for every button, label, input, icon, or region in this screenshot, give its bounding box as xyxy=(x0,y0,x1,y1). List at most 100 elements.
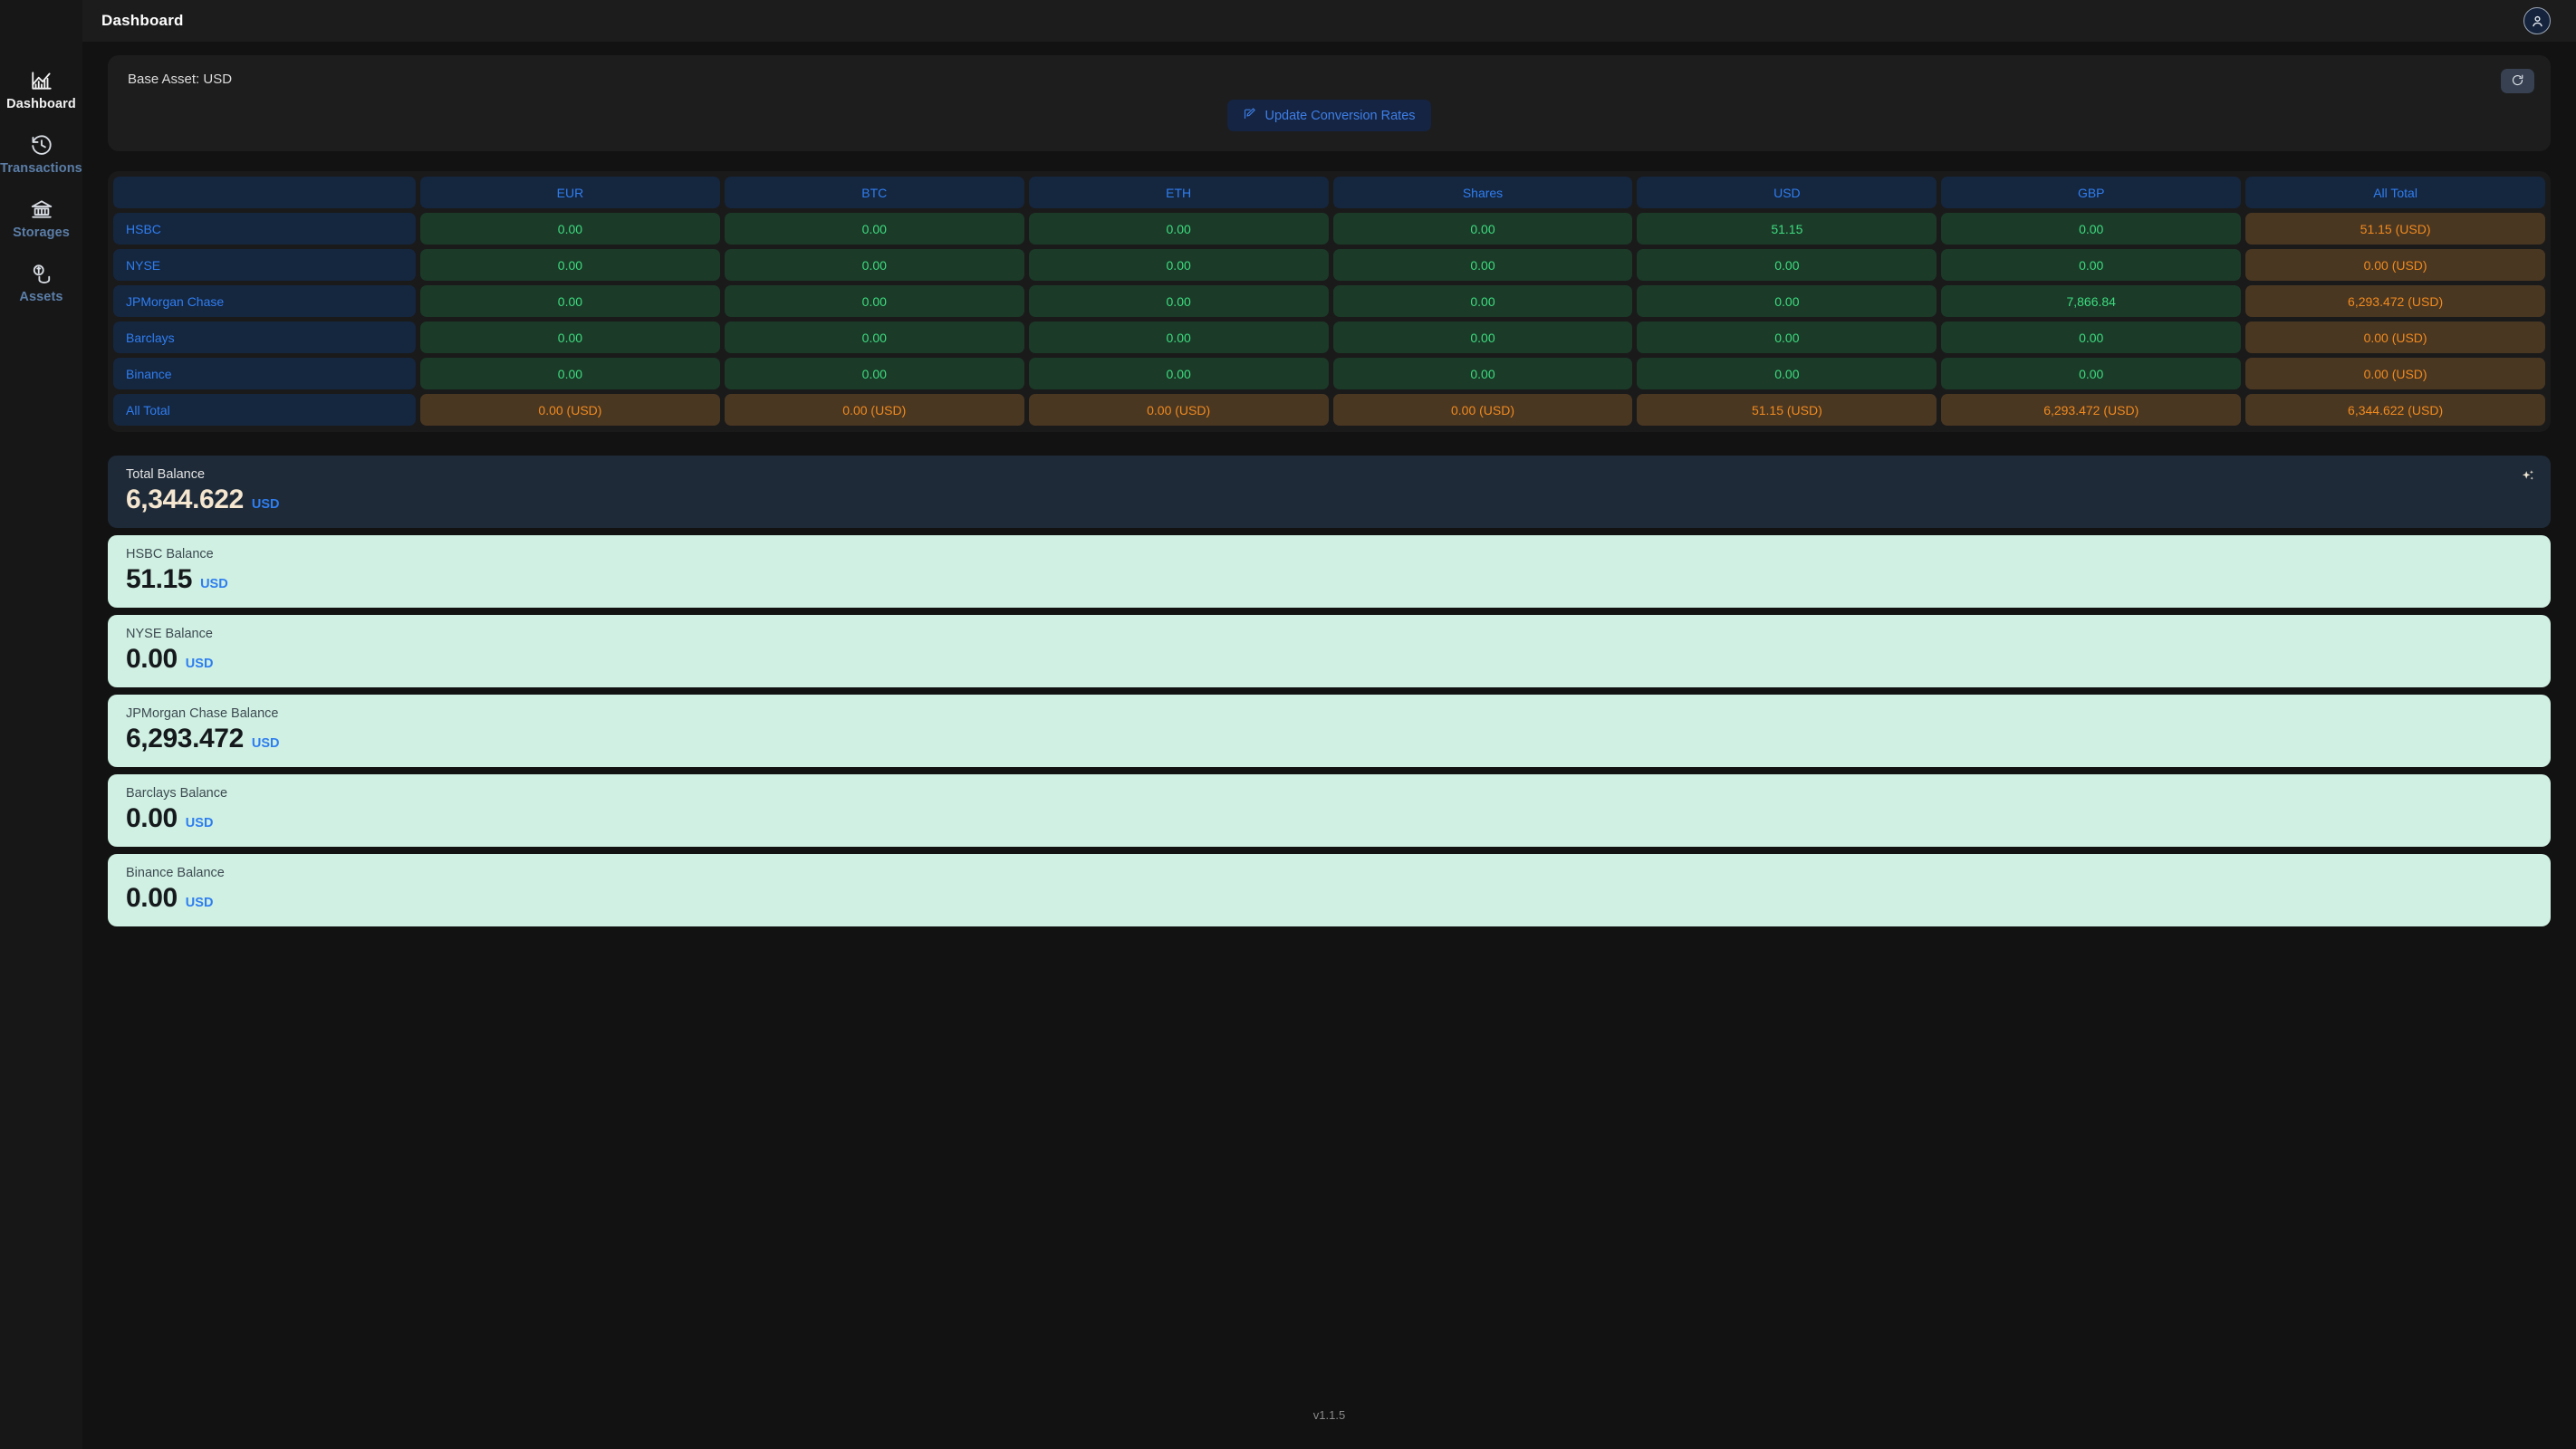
matrix-row-label: JPMorgan Chase xyxy=(113,285,416,317)
topbar: Dashboard xyxy=(82,0,2576,42)
matrix-value-cell: 0.00 xyxy=(1941,358,2242,389)
matrix-value-cell: 0.00 xyxy=(1332,321,1633,353)
matrix-value-cell: 0.00 xyxy=(1028,358,1329,389)
matrix-value-cell: 0.00 xyxy=(420,213,720,245)
balance-card: Barclays Balance 0.00 USD xyxy=(108,774,2551,847)
card-value: 51.15 xyxy=(126,564,193,594)
matrix-row-label: NYSE xyxy=(113,249,416,281)
version-footer: v1.1.5 xyxy=(1312,1408,1346,1422)
matrix-value-cell: 0.00 xyxy=(724,213,1024,245)
card-value: 0.00 xyxy=(126,883,178,913)
matrix-value-cell: 0.00 xyxy=(1941,321,2242,353)
matrix-corner-cell xyxy=(113,177,416,208)
matrix-column-total-cell: 0.00 (USD) xyxy=(1028,394,1329,426)
matrix-column-header: All Total xyxy=(2245,177,2546,208)
card-value: 6,293.472 xyxy=(126,724,244,753)
sparkle-icon[interactable] xyxy=(2518,466,2538,486)
matrix-value-cell: 0.00 xyxy=(724,358,1024,389)
sidebar-item-label: Dashboard xyxy=(6,97,76,111)
matrix-row-total-cell: 0.00 (USD) xyxy=(2245,249,2546,281)
matrix-column-header: BTC xyxy=(724,177,1024,208)
matrix-value-cell: 0.00 xyxy=(1332,285,1633,317)
clock-history-icon xyxy=(30,133,53,157)
matrix-row: Binance 0.00 0.00 0.00 0.00 0.00 0.00 0.00 (USD… xyxy=(113,358,2546,389)
matrix-row: NYSE 0.00 0.00 0.00 0.00 0.00 0.00 0.00 (USD) xyxy=(113,249,2546,281)
matrix-column-header: USD xyxy=(1637,177,1937,208)
matrix-row-total-cell: 6,293.472 (USD) xyxy=(2245,285,2546,317)
coins-icon xyxy=(30,262,53,285)
card-value-row: 0.00 USD xyxy=(126,883,2533,914)
matrix-value-cell: 0.00 xyxy=(420,358,720,389)
matrix-column-total-cell: 6,293.472 (USD) xyxy=(1941,394,2242,426)
card-title: JPMorgan Chase Balance xyxy=(126,706,279,721)
matrix-value-cell: 0.00 xyxy=(420,249,720,281)
edit-pencil-icon xyxy=(1243,107,1256,124)
update-conversion-rates-button[interactable]: Update Conversion Rates xyxy=(1227,100,1431,131)
matrix-value-cell: 0.00 xyxy=(1028,213,1329,245)
matrix-value-cell: 0.00 xyxy=(1637,321,1937,353)
area-chart-icon xyxy=(30,69,53,92)
matrix-column-header: Shares xyxy=(1332,177,1633,208)
card-value: 0.00 xyxy=(126,644,178,674)
matrix-column-header: EUR xyxy=(420,177,720,208)
card-currency-unit: USD xyxy=(185,816,214,830)
refresh-icon xyxy=(2511,73,2524,90)
update-button-row: Update Conversion Rates xyxy=(128,100,2531,131)
main-column: Dashboard Base Asset: USD Update Convers… xyxy=(82,0,2576,1449)
matrix-value-cell: 0.00 xyxy=(724,249,1024,281)
sidebar-item-label: Storages xyxy=(13,226,70,240)
card-title: NYSE Balance xyxy=(126,627,213,641)
matrix-grand-total-cell: 6,344.622 (USD) xyxy=(2245,394,2546,426)
card-title: HSBC Balance xyxy=(126,547,214,561)
sidebar-item-assets[interactable]: Assets xyxy=(0,253,82,317)
card-title: Binance Balance xyxy=(126,866,225,880)
card-value-row: 0.00 USD xyxy=(126,644,2533,675)
matrix-total-row-label: All Total xyxy=(113,394,416,426)
base-asset-label: Base Asset: USD xyxy=(128,72,233,87)
matrix-grid: EUR BTC ETH Shares USD GBP All Total HSBC 0.00 0.… xyxy=(113,177,2546,426)
matrix-value-cell: 0.00 xyxy=(724,285,1024,317)
matrix-value-cell: 7,866.84 xyxy=(1941,285,2242,317)
matrix-value-cell: 0.00 xyxy=(1028,285,1329,317)
matrix-row-label: Binance xyxy=(113,358,416,389)
matrix-value-cell: 0.00 xyxy=(1332,249,1633,281)
card-title: Total Balance xyxy=(126,467,206,482)
sidebar-item-transactions[interactable]: Transactions xyxy=(0,124,82,188)
update-conversion-rates-label: Update Conversion Rates xyxy=(1264,108,1416,123)
page-body: Base Asset: USD Update Conversion Rates xyxy=(82,42,2576,1449)
matrix-value-cell: 0.00 xyxy=(1941,249,2242,281)
matrix-row-total-cell: 51.15 (USD) xyxy=(2245,213,2546,245)
matrix-row-total-cell: 0.00 (USD) xyxy=(2245,358,2546,389)
balance-card: JPMorgan Chase Balance 6,293.472 USD xyxy=(108,695,2551,767)
refresh-button[interactable] xyxy=(2501,69,2534,93)
matrix-value-cell: 0.00 xyxy=(1028,321,1329,353)
matrix-value-cell: 0.00 xyxy=(420,321,720,353)
matrix-value-cell: 0.00 xyxy=(1028,249,1329,281)
card-currency-unit: USD xyxy=(200,577,228,591)
matrix-value-cell: 0.00 xyxy=(1941,213,2242,245)
balance-card: NYSE Balance 0.00 USD xyxy=(108,615,2551,687)
card-value-row: 6,344.622 USD xyxy=(126,485,2533,515)
matrix-total-row: All Total 0.00 (USD) 0.00 (USD) 0.00 (USD) 0… xyxy=(113,394,2546,426)
balance-card: HSBC Balance 51.15 USD xyxy=(108,535,2551,608)
card-value: 6,344.622 xyxy=(126,485,244,514)
matrix-value-cell: 0.00 xyxy=(1637,249,1937,281)
sidebar-item-dashboard[interactable]: Dashboard xyxy=(0,60,82,124)
sidebar-item-storages[interactable]: Storages xyxy=(0,188,82,253)
card-currency-unit: USD xyxy=(185,657,214,671)
sidebar-item-label: Assets xyxy=(19,290,63,304)
sidebar: Dashboard Transactions Storages Assets xyxy=(0,0,82,1449)
matrix-column-total-cell: 0.00 (USD) xyxy=(420,394,720,426)
matrix-column-total-cell: 0.00 (USD) xyxy=(1332,394,1633,426)
page-title: Dashboard xyxy=(101,12,184,29)
sidebar-item-label: Transactions xyxy=(0,161,82,176)
user-avatar-icon[interactable] xyxy=(2523,7,2551,34)
bank-icon xyxy=(30,197,53,221)
matrix-column-total-cell: 0.00 (USD) xyxy=(724,394,1024,426)
matrix-row-label: Barclays xyxy=(113,321,416,353)
card-title: Barclays Balance xyxy=(126,786,228,801)
card-value-row: 51.15 USD xyxy=(126,564,2533,595)
matrix-value-cell: 0.00 xyxy=(1637,358,1937,389)
matrix-column-header: GBP xyxy=(1941,177,2242,208)
matrix-header-row: EUR BTC ETH Shares USD GBP All Total xyxy=(113,177,2546,208)
